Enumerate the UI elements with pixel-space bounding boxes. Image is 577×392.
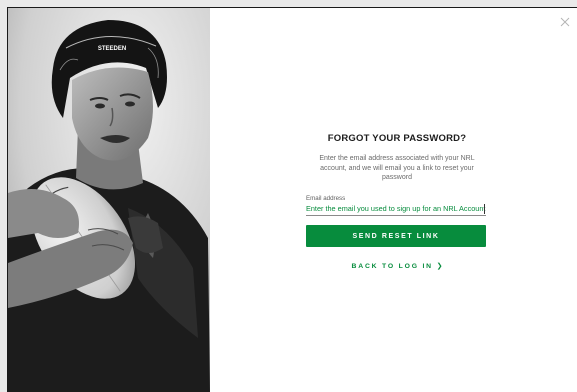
- chevron-right-icon: ❯: [436, 263, 443, 270]
- helmet-brand-text: STEEDEN: [98, 46, 126, 52]
- rugby-player-photo: STEEDEN ST: [8, 8, 210, 392]
- send-reset-link-button[interactable]: SEND RESET LINK: [306, 225, 486, 247]
- email-field[interactable]: [306, 202, 486, 216]
- reset-form: FORGOT YOUR PASSWORD? Enter the email ad…: [306, 8, 488, 392]
- back-to-login-label: BACK TO LOG IN: [351, 263, 433, 270]
- back-to-login-link[interactable]: BACK TO LOG IN ❯: [306, 262, 488, 270]
- close-icon[interactable]: [559, 16, 571, 28]
- forgot-password-modal: STEEDEN ST FORGO: [7, 7, 577, 392]
- text-cursor: [484, 204, 485, 214]
- email-label: Email address: [306, 195, 346, 202]
- hero-photo: STEEDEN ST: [8, 8, 210, 392]
- form-description: Enter the email address associated with …: [319, 155, 475, 181]
- page-title: FORGOT YOUR PASSWORD?: [327, 133, 467, 144]
